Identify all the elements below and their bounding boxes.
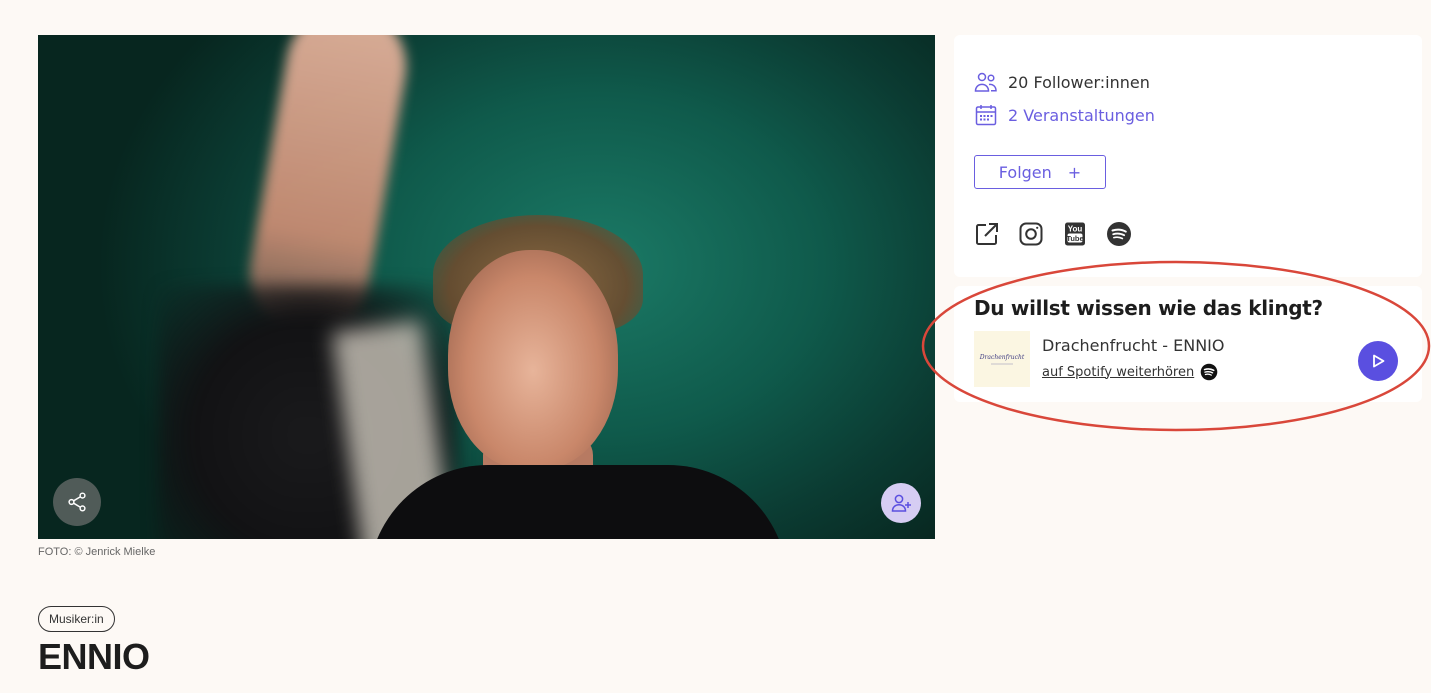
cover-text: Drachenfrucht [979,354,1025,361]
youtube-link[interactable]: You Tube [1062,221,1088,247]
album-cover-art: Drachenfrucht [979,354,1025,365]
artist-info-card: 20 Follower:innen 2 Veranstaltungen Folg… [954,35,1422,277]
spotify-icon [1200,363,1218,381]
events-count: 2 Veranstaltungen [1008,105,1155,125]
followers-count: 20 Follower:innen [1008,72,1150,92]
follow-button[interactable]: Folgen + [974,155,1106,189]
play-icon [1373,354,1385,368]
social-links: You Tube [974,221,1132,247]
photo-credit: FOTO: © Jenrick Mielke [38,546,156,558]
youtube-icon: You Tube [1065,222,1085,246]
spotify-link[interactable] [1106,221,1132,247]
share-button[interactable] [53,478,101,526]
spotify-continue[interactable]: auf Spotify weiterhören [1042,363,1218,381]
instagram-link[interactable] [1018,221,1044,247]
users-icon [974,72,997,92]
play-button[interactable] [1358,341,1398,381]
plus-icon: + [1067,162,1082,182]
photo-face [448,250,618,470]
external-link-icon [976,223,998,245]
spotify-continue-link[interactable]: auf Spotify weiterhören [1042,365,1194,380]
add-user-icon [891,494,911,512]
follow-button-label: Folgen [998,162,1052,182]
page-title: ENNIO [38,636,150,677]
svg-text:You: You [1068,225,1083,234]
listen-heading: Du willst wissen wie das klingt? [974,296,1323,320]
album-cover[interactable]: Drachenfrucht [974,331,1030,387]
category-badge[interactable]: Musiker:in [38,606,115,632]
spotify-icon [1107,222,1131,246]
listen-card: Du willst wissen wie das klingt? Drachen… [954,286,1422,402]
calendar-icon [975,105,997,126]
track-title: Drachenfrucht - ENNIO [1042,336,1225,355]
followers-stat: 20 Follower:innen [974,71,1150,93]
svg-text:Tube: Tube [1066,234,1083,243]
events-link[interactable]: 2 Veranstaltungen [974,103,1155,127]
artist-photo [38,35,935,539]
website-link[interactable] [974,221,1000,247]
instagram-icon [1019,222,1043,246]
share-icon [68,492,86,512]
follow-artist-button[interactable] [881,483,921,523]
